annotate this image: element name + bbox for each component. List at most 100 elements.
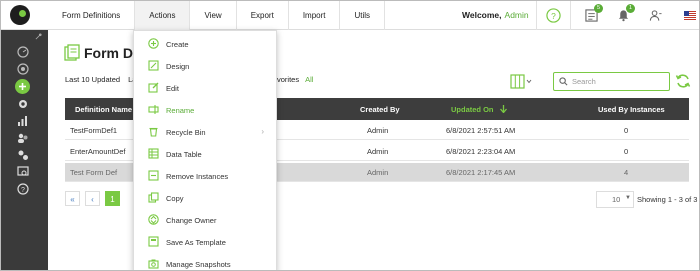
menu-view[interactable]: View: [190, 1, 237, 30]
welcome-label: Welcome,: [462, 10, 502, 20]
language-flag-icon[interactable]: [682, 7, 698, 23]
column-definition-name[interactable]: Definition Name: [75, 105, 132, 114]
menu-item-label: Rename: [166, 106, 195, 115]
search-input[interactable]: Search: [553, 72, 670, 91]
template-icon: [148, 236, 159, 247]
menu-item-label: Data Table: [166, 150, 202, 159]
menu-item-label: Design: [166, 62, 190, 71]
cell-definition-name[interactable]: EnterAmountDef: [70, 147, 125, 156]
tasks-icon[interactable]: 5: [583, 4, 603, 23]
reports-icon[interactable]: [16, 114, 29, 127]
divider: [570, 1, 571, 30]
divider: [536, 1, 537, 30]
monitor-icon[interactable]: [16, 165, 29, 178]
column-view-icon[interactable]: [510, 73, 532, 90]
integrations-icon[interactable]: [16, 148, 29, 161]
menu-item-label: Edit: [166, 84, 179, 93]
menu-form-definitions[interactable]: Form Definitions: [48, 1, 136, 30]
cell-created-by: Admin: [367, 126, 389, 135]
column-updated-on-label: Updated On: [451, 105, 494, 114]
help-sidebar-icon[interactable]: ?: [16, 182, 29, 195]
cell-definition-name[interactable]: Test Form Def: [70, 168, 117, 177]
menu-item-design[interactable]: Design: [134, 55, 278, 77]
menu-export[interactable]: Export: [237, 1, 289, 30]
svg-text:?: ?: [21, 187, 25, 194]
menu-item-data-table[interactable]: Data Table: [134, 143, 278, 165]
cell-updated-on: 6/8/2021 2:57:51 AM: [446, 126, 516, 135]
previous-page-button[interactable]: ‹: [85, 191, 100, 206]
filter-last-10-updated[interactable]: Last 10 Updated: [65, 75, 120, 84]
column-created-by[interactable]: Created By: [360, 105, 400, 114]
top-navigation-bar: Form Definitions Actions View Export Imp…: [1, 1, 699, 30]
results-count: Showing 1 - 3 of 3: [637, 195, 698, 204]
column-updated-on[interactable]: Updated On: [451, 105, 507, 114]
menu-item-remove-instances[interactable]: Remove Instances: [134, 165, 278, 187]
page-1-button[interactable]: 1: [105, 191, 120, 206]
search-placeholder: Search: [572, 77, 596, 86]
cell-used-by-instances: 0: [624, 126, 629, 135]
filter-last-updated[interactable]: Last 10 Updated La: [65, 75, 136, 84]
menu-item-label: Change Owner: [166, 216, 217, 225]
rename-icon: [148, 105, 159, 114]
cell-updated-on: 6/8/2021 2:17:45 AM: [446, 168, 516, 177]
user-settings-icon[interactable]: [647, 7, 663, 23]
menu-item-rename[interactable]: Rename: [134, 99, 278, 121]
edit-icon: [148, 82, 159, 93]
change-owner-icon: [148, 214, 159, 225]
forms-icon[interactable]: [16, 62, 29, 75]
dashboard-icon[interactable]: [16, 45, 29, 58]
page-size-select[interactable]: 10 ▼: [596, 191, 634, 208]
plus-circle-icon: [148, 38, 159, 49]
copy-icon: [148, 192, 159, 203]
users-icon[interactable]: [16, 131, 29, 144]
menu-item-label: Save As Template: [166, 238, 226, 247]
menu-item-copy[interactable]: Copy: [134, 187, 278, 209]
actions-dropdown-menu: Create Design Edit Rename Recycle Bin › …: [133, 30, 278, 270]
cell-updated-on: 6/8/2021 2:23:04 AM: [446, 147, 516, 156]
notifications-badge: 1: [626, 4, 635, 13]
bell-icon[interactable]: 1: [615, 4, 635, 23]
welcome-message: Welcome, Admin: [462, 1, 529, 30]
menu-utils[interactable]: Utils: [340, 1, 386, 30]
sidebar: ?: [1, 30, 48, 270]
first-page-button[interactable]: «: [65, 191, 80, 206]
menu-item-edit[interactable]: Edit: [134, 77, 278, 99]
pagination: « ‹ 1: [65, 191, 120, 206]
help-icon[interactable]: ?: [545, 7, 561, 23]
menu-item-label: Create: [166, 40, 189, 49]
sort-desc-icon: [499, 105, 507, 114]
menu-item-manage-snapshots[interactable]: Manage Snapshots: [134, 253, 278, 270]
remove-instances-icon: [148, 170, 159, 181]
menu-import[interactable]: Import: [289, 1, 341, 30]
add-new-icon[interactable]: [15, 79, 30, 94]
menu-item-label: Manage Snapshots: [166, 260, 231, 269]
app-logo[interactable]: [10, 5, 30, 25]
menu-item-save-as-template[interactable]: Save As Template: [134, 231, 278, 253]
page-size-value: 10: [612, 195, 621, 204]
cell-definition-name[interactable]: TestFormDef1: [70, 126, 117, 135]
menu-item-label: Copy: [166, 194, 184, 203]
chevron-down-icon: ▼: [625, 195, 631, 201]
menu-item-create[interactable]: Create: [134, 33, 278, 55]
column-used-by-instances[interactable]: Used By Instances: [598, 105, 665, 114]
snapshots-icon: [148, 259, 159, 269]
tasks-badge: 5: [594, 4, 603, 13]
user-name[interactable]: Admin: [505, 10, 529, 20]
app-frame: Form Definitions Actions View Export Imp…: [0, 0, 700, 271]
menu-item-recycle-bin[interactable]: Recycle Bin ›: [134, 121, 278, 143]
menu-actions[interactable]: Actions: [135, 1, 191, 30]
form-definition-icon: [64, 44, 80, 61]
refresh-icon[interactable]: [675, 73, 691, 89]
pin-icon[interactable]: [34, 32, 42, 40]
menu-item-change-owner[interactable]: Change Owner: [134, 209, 278, 231]
chevron-right-icon: ›: [261, 127, 264, 136]
menu-item-label: Remove Instances: [166, 172, 229, 181]
menu-item-label: Recycle Bin: [166, 128, 206, 137]
settings-icon[interactable]: [16, 97, 29, 110]
cell-used-by-instances: 4: [624, 168, 629, 177]
data-table-icon: [148, 148, 159, 159]
cell-created-by: Admin: [367, 147, 389, 156]
cell-created-by: Admin: [367, 168, 389, 177]
svg-text:?: ?: [551, 10, 556, 20]
filter-tab-all[interactable]: All: [305, 75, 313, 84]
